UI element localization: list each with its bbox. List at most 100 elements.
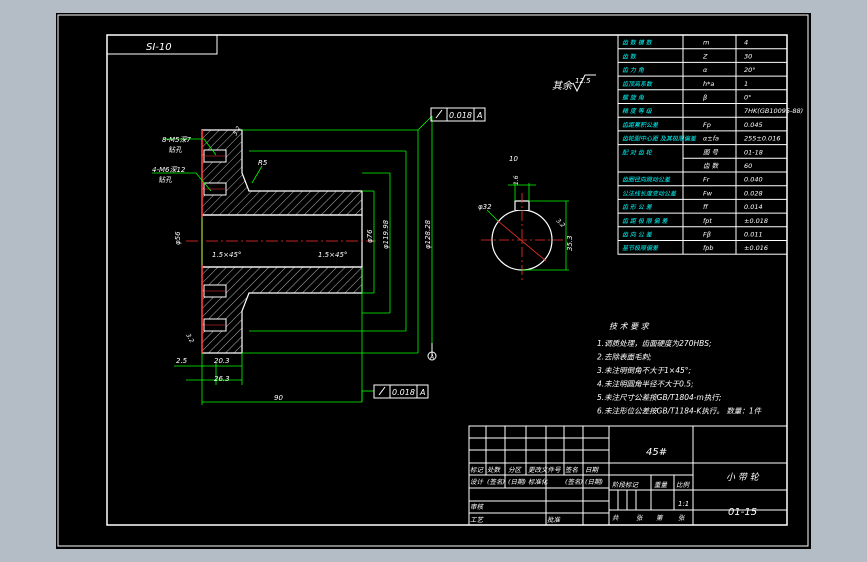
gear-table-label: 齿 向 公 差 (622, 231, 653, 239)
gear-table-label: 齿 力 角 (622, 66, 645, 74)
gear-table-label: 齿圈径向跳动公差 (622, 176, 671, 184)
title-block-label-zhang2: 张 (678, 514, 686, 522)
gear-table-symbol: 图 号 (703, 148, 719, 156)
chamfer-right: 1.5×45° (318, 251, 347, 259)
title-block-label-bili: 比例 (676, 481, 691, 489)
title-block-label-jieduan: 阶段标记 (612, 481, 640, 489)
gear-table-symbol: β (703, 94, 707, 102)
dim-2-5: 2.5 (176, 357, 188, 365)
gear-table-label: 公法线长度变动公差 (622, 189, 677, 197)
gear-table-symbol: fpt (703, 217, 712, 225)
gear-table-symbol: 齿 数 (703, 162, 720, 170)
part-name: 小 带 轮 (726, 472, 760, 483)
hub-side-view (481, 193, 563, 281)
gear-table-value: 0.011 (744, 231, 763, 239)
tolerance-value-top: 0.018 (449, 111, 472, 120)
dim-20-3: 20.3 (214, 357, 230, 365)
gear-table-label: 齿 数 (622, 52, 637, 60)
title-block-label-pizhun: 批准 (547, 516, 562, 524)
thread-note-1b: 钻孔 (168, 146, 183, 154)
gear-table-value: 255±0.016 (744, 135, 780, 143)
title-block-label-gongyi: 工艺 (470, 516, 485, 524)
tech-req-item: 6.未注形位公差按GB/T1184-K执行。 数量：1件 (597, 407, 763, 416)
radius-r5: R5 (258, 159, 268, 167)
gear-table-label: 配 对 齿 轮 (622, 148, 653, 156)
gear-table-symbol: ff (703, 203, 709, 211)
roughness-mark-c: 1.6 (513, 175, 520, 185)
title-block-label-qianming3: (签名) (565, 478, 583, 486)
title-block-label-riqi: 日期 (585, 466, 600, 474)
title-block-label-chushu: 处数 (487, 466, 502, 474)
outer-border (57, 14, 809, 547)
tolerance-datum-top: A (476, 111, 482, 120)
dim-d119: φ119.98 (382, 219, 390, 249)
part-section-view (186, 129, 376, 354)
thread-note-2: 4-M6深12 (152, 166, 186, 174)
tolerance-datum-bottom: A (419, 388, 425, 397)
tech-req-item: 2.去除表面毛刺; (597, 353, 652, 362)
gear-table-symbol: Fp (703, 121, 711, 129)
thread-note-2b: 钻孔 (158, 176, 173, 184)
gear-table-value: 0.045 (744, 121, 763, 129)
gear-table-value: 20° (744, 66, 756, 74)
gear-table-label: 齿顶高系数 (622, 80, 653, 88)
title-block-label-genggai: 更改文件号 (528, 466, 561, 474)
title-block-label-sheji: 设计 (470, 478, 485, 486)
gear-table-symbol: α (703, 66, 708, 74)
title-block-label-biaozhunhua: 标准化 (528, 478, 549, 486)
title-block-label-fenqu: 分区 (508, 466, 523, 474)
gear-table-symbol: α±fa (703, 135, 719, 143)
gear-table-label: 齿 形 公 差 (622, 203, 653, 211)
gear-table-label: 齿 距 极 限 偏 差 (622, 217, 669, 225)
gear-table-label: 基节极限偏差 (622, 244, 659, 252)
tech-req-item: 3.未注明倒角不大于1×45°; (597, 366, 691, 375)
dim-90: 90 (274, 394, 283, 402)
gear-table-symbol: fpb (703, 244, 714, 252)
gear-table-value: 1 (744, 80, 748, 88)
dim-d128: φ128.28 (424, 219, 432, 249)
gear-table-label: 螺 旋 角 (622, 94, 645, 102)
gear-table-symbol: Fr (703, 176, 711, 184)
gear-table-label: 齿 数 模 数 (622, 39, 653, 47)
chamfer-left: 1.5×45° (212, 251, 241, 259)
gear-table-symbol: Fβ (703, 231, 711, 239)
hub-dimensions (486, 183, 569, 271)
gear-table-symbol: h*a (703, 80, 714, 88)
drawing-code-top: SI-10 (146, 42, 172, 53)
gear-parameter-table: 齿 数 模 数 m 4 齿 数 Z 30 齿 力 角 α 20° 齿顶高系数 h*a 1 螺 旋 角 β 0… (617, 34, 803, 255)
material: 45# (646, 447, 667, 458)
thread-note-1: 8-M5深7 (162, 136, 191, 144)
keyway-width: 10 (509, 155, 518, 163)
dim-d76: φ76 (366, 229, 374, 243)
gear-table-symbol: Z (702, 52, 708, 60)
title-block-label-riqi2: (日期) (508, 478, 526, 486)
title-block-label-biaoji: 标记 (470, 466, 485, 474)
gear-table-value: 30 (744, 52, 752, 60)
title-block-label-qianming: 签名 (565, 466, 579, 474)
gear-table-value: ±0.018 (744, 217, 768, 225)
roughness-mark-b: 3.2 (184, 333, 195, 345)
tech-req-item: 1.调质处理，齿面硬度为270HBS; (597, 339, 712, 348)
drawing-canvas: SI-10 其余 12.5 齿 数 模 数 m 4齿 数 Z 30齿 力 角 α 20°齿顶… (57, 14, 809, 547)
title-block-label-di: 第 (656, 514, 664, 522)
title-block-label-riqi3: (日期) (585, 478, 603, 486)
title-block-label-gong: 共 (612, 514, 620, 522)
gear-table-label: 齿轮副中心距 及其极限偏差 (622, 135, 697, 143)
roughness-note: 其余 (552, 80, 574, 92)
gear-table-label: 精 度 等 级 (622, 107, 653, 115)
tech-req-list: 1.调质处理，齿面硬度为270HBS; 2.去除表面毛刺; 3.未注明倒角不大于1×… (597, 339, 763, 416)
title-block-label-qianming2: (签名) (487, 478, 505, 486)
gear-table-symbol: Fw (703, 189, 713, 197)
tech-req-title: 技 术 要 求 (609, 322, 650, 331)
gear-table-value: 4 (744, 39, 748, 47)
scale: 1:1 (678, 500, 689, 508)
cad-viewport[interactable]: SI-10 其余 12.5 齿 数 模 数m4齿 数 Z 30 齿 力 角 α 20° 齿顶… (56, 13, 811, 549)
gear-table-value: 01-18 (744, 148, 763, 156)
roughness-value: 12.5 (575, 77, 591, 85)
tech-req-item: 5.未注尺寸公差按GB/T1804-m执行; (597, 393, 721, 402)
keyway-depth: 35.3 (566, 235, 574, 251)
gear-table-value: 0.014 (744, 203, 763, 211)
gear-table-value: 0.040 (744, 176, 763, 184)
gear-table-value: 0.028 (744, 189, 763, 197)
gear-table-value: 7HK(GB10095-88) (744, 107, 803, 115)
